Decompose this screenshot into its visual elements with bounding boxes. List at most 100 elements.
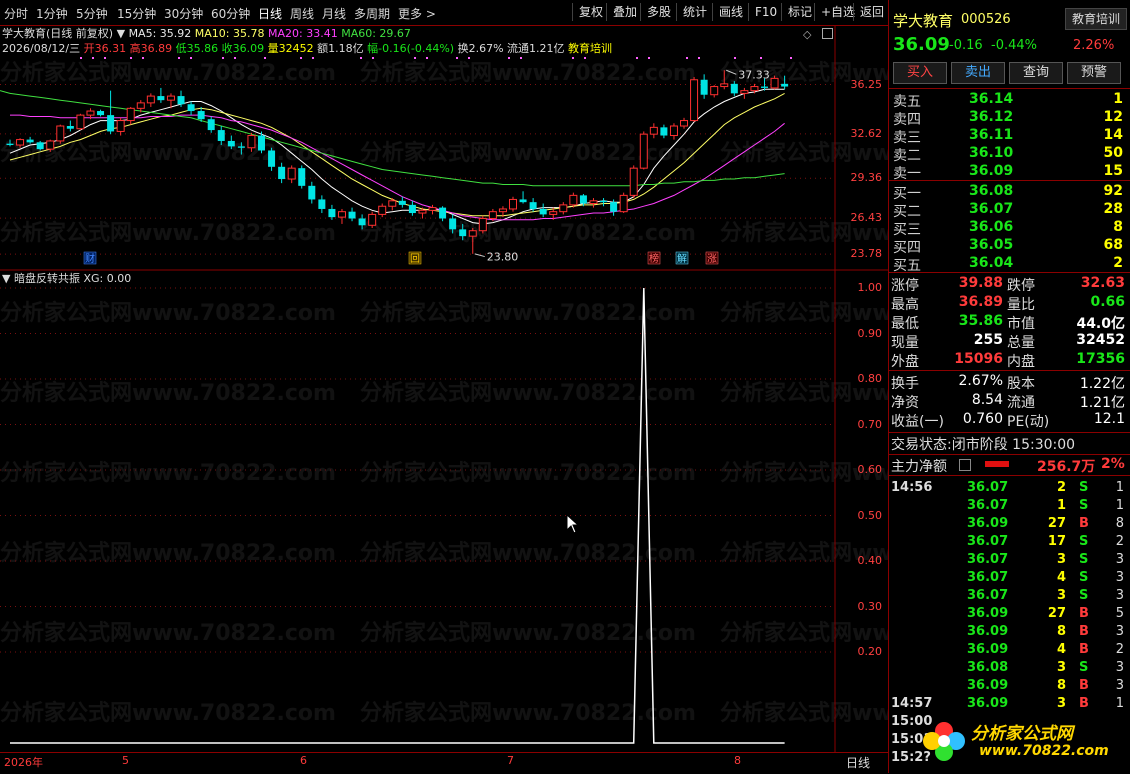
time-label-jun: 6 [300, 754, 307, 767]
period-tab-30min[interactable]: 30分钟 [164, 5, 203, 22]
tick-row: 36.07 17 S 2 [889, 534, 1130, 552]
main-force-pct: 2% [1101, 456, 1125, 472]
mark-button[interactable]: 标记 [781, 3, 818, 21]
bid-row: 买二 36.07 28 [891, 201, 1129, 220]
candle-body [86, 110, 95, 116]
overlay-button[interactable]: 叠加 [606, 3, 643, 21]
period-tab-multi[interactable]: 多周期 [354, 5, 390, 22]
tick-side: S [1079, 534, 1089, 549]
candle-body [710, 86, 719, 96]
stat-value: 8.54 [971, 392, 1003, 408]
stat-label: 股本 [1007, 376, 1035, 392]
stat-value: 35.86 [958, 313, 1003, 329]
candle-body [529, 202, 537, 209]
ma60-line-left [0, 90, 11, 94]
tick-count: 8 [1115, 516, 1124, 531]
candle-body [660, 127, 668, 136]
stat-label: 涨停 [891, 278, 919, 294]
candle-body [16, 139, 25, 146]
tick-price: 36.09 [967, 606, 1009, 621]
query-button[interactable]: 查询 [1009, 62, 1063, 84]
signal-dot [264, 57, 266, 59]
candle-body [750, 86, 759, 92]
stat-label: 跌停 [1007, 278, 1035, 294]
tick-volume: 17 [1047, 534, 1066, 549]
candle-body [629, 167, 638, 196]
candle-body [730, 83, 738, 94]
stat-label: 现量 [891, 335, 919, 351]
buy-button[interactable]: 买入 [893, 62, 947, 84]
stat-label: 总量 [1007, 335, 1035, 351]
signal-dot [790, 57, 792, 59]
stat-value: 36.89 [958, 294, 1003, 310]
candle-body [428, 207, 437, 211]
period-tab-1min[interactable]: 1分钟 [36, 5, 68, 22]
signal-dot [142, 57, 144, 59]
chart-canvas[interactable]: 37.33 23.80 财 回 榜 解 涨 [0, 25, 888, 773]
back-button[interactable]: 返回 [853, 3, 890, 21]
indicator-xg-value: XG: 0.00 [83, 272, 132, 285]
tick-row: 36.09 8 B 3 [889, 624, 1130, 642]
tick-row: 14:56 36.07 2 S 1 [889, 480, 1130, 498]
candle-body [237, 146, 245, 148]
ask-label: 卖四 [893, 112, 921, 128]
indicator-tick-label: 1.00 [857, 281, 883, 294]
period-tab-60min[interactable]: 60分钟 [211, 5, 250, 22]
candle-body [368, 213, 377, 226]
statistics-button[interactable]: 统计 [676, 3, 713, 21]
fuquan-button[interactable]: 复权 [572, 3, 609, 21]
tick-side: B [1079, 642, 1089, 657]
period-tab-more[interactable]: 更多 > [398, 5, 436, 22]
candle-body [589, 200, 598, 205]
candle-body [539, 208, 547, 215]
indicator-tick-label: 0.30 [857, 599, 883, 613]
signal-dot [104, 57, 106, 59]
ask-label: 卖三 [893, 130, 921, 146]
period-tab-fenshi[interactable]: 分时 [4, 5, 28, 22]
bid-price: 36.05 [969, 237, 1014, 253]
candle-body [439, 207, 447, 219]
candle-body [26, 139, 34, 143]
stat-value: 0.760 [962, 411, 1003, 427]
candle-body [459, 229, 467, 237]
main-force-icon[interactable] [959, 459, 971, 471]
signal-dot [178, 57, 180, 59]
last-price: 36.09 [893, 34, 950, 55]
signal-dot [426, 57, 428, 59]
time-label-may: 5 [122, 754, 129, 767]
period-tab-weekly[interactable]: 周线 [290, 5, 314, 22]
draw-line-button[interactable]: 画线 [712, 3, 749, 21]
sell-button[interactable]: 卖出 [951, 62, 1005, 84]
tick-row: 36.07 4 S 3 [889, 570, 1130, 588]
stat-value: 15096 [954, 351, 1003, 367]
period-tab-5min[interactable]: 5分钟 [76, 5, 108, 22]
period-tab-15min[interactable]: 15分钟 [117, 5, 156, 22]
indicator-menu-icon[interactable]: ▼ [2, 272, 10, 285]
period-indicator[interactable]: 日线 [846, 754, 870, 771]
tick-price: 36.09 [967, 696, 1009, 711]
period-toolbar: 分时 1分钟 5分钟 15分钟 30分钟 60分钟 日线 周线 月线 多周期 更… [0, 0, 888, 26]
tick-count: 3 [1115, 588, 1124, 603]
f10-button[interactable]: F10 [748, 3, 783, 21]
candle-body [197, 111, 205, 120]
time-axis: 2026年 5 6 7 8 日线 [0, 752, 888, 774]
bid-row: 买三 36.06 8 [891, 219, 1129, 238]
bid-volume: 92 [1103, 183, 1123, 199]
multi-stock-button[interactable]: 多股 [640, 3, 677, 21]
period-tab-daily[interactable]: 日线 [258, 5, 282, 22]
candle-body [157, 96, 165, 101]
price-tick-label: 36.25 [850, 77, 883, 91]
concept-tag[interactable]: 教育培训 [1065, 8, 1127, 30]
stat-label: 换手 [891, 376, 919, 392]
stat-value: 32452 [1076, 332, 1125, 348]
tick-volume: 27 [1047, 516, 1066, 531]
alert-button[interactable]: 预警 [1067, 62, 1121, 84]
tick-price: 36.09 [967, 624, 1009, 639]
tick-side: B [1079, 624, 1089, 639]
candle-body [680, 120, 689, 127]
candle-body [519, 199, 527, 203]
period-tab-monthly[interactable]: 月线 [322, 5, 346, 22]
tick-row: 36.08 3 S 3 [889, 660, 1130, 678]
stat-label: 市值 [1007, 316, 1035, 332]
tick-side: B [1079, 678, 1089, 693]
